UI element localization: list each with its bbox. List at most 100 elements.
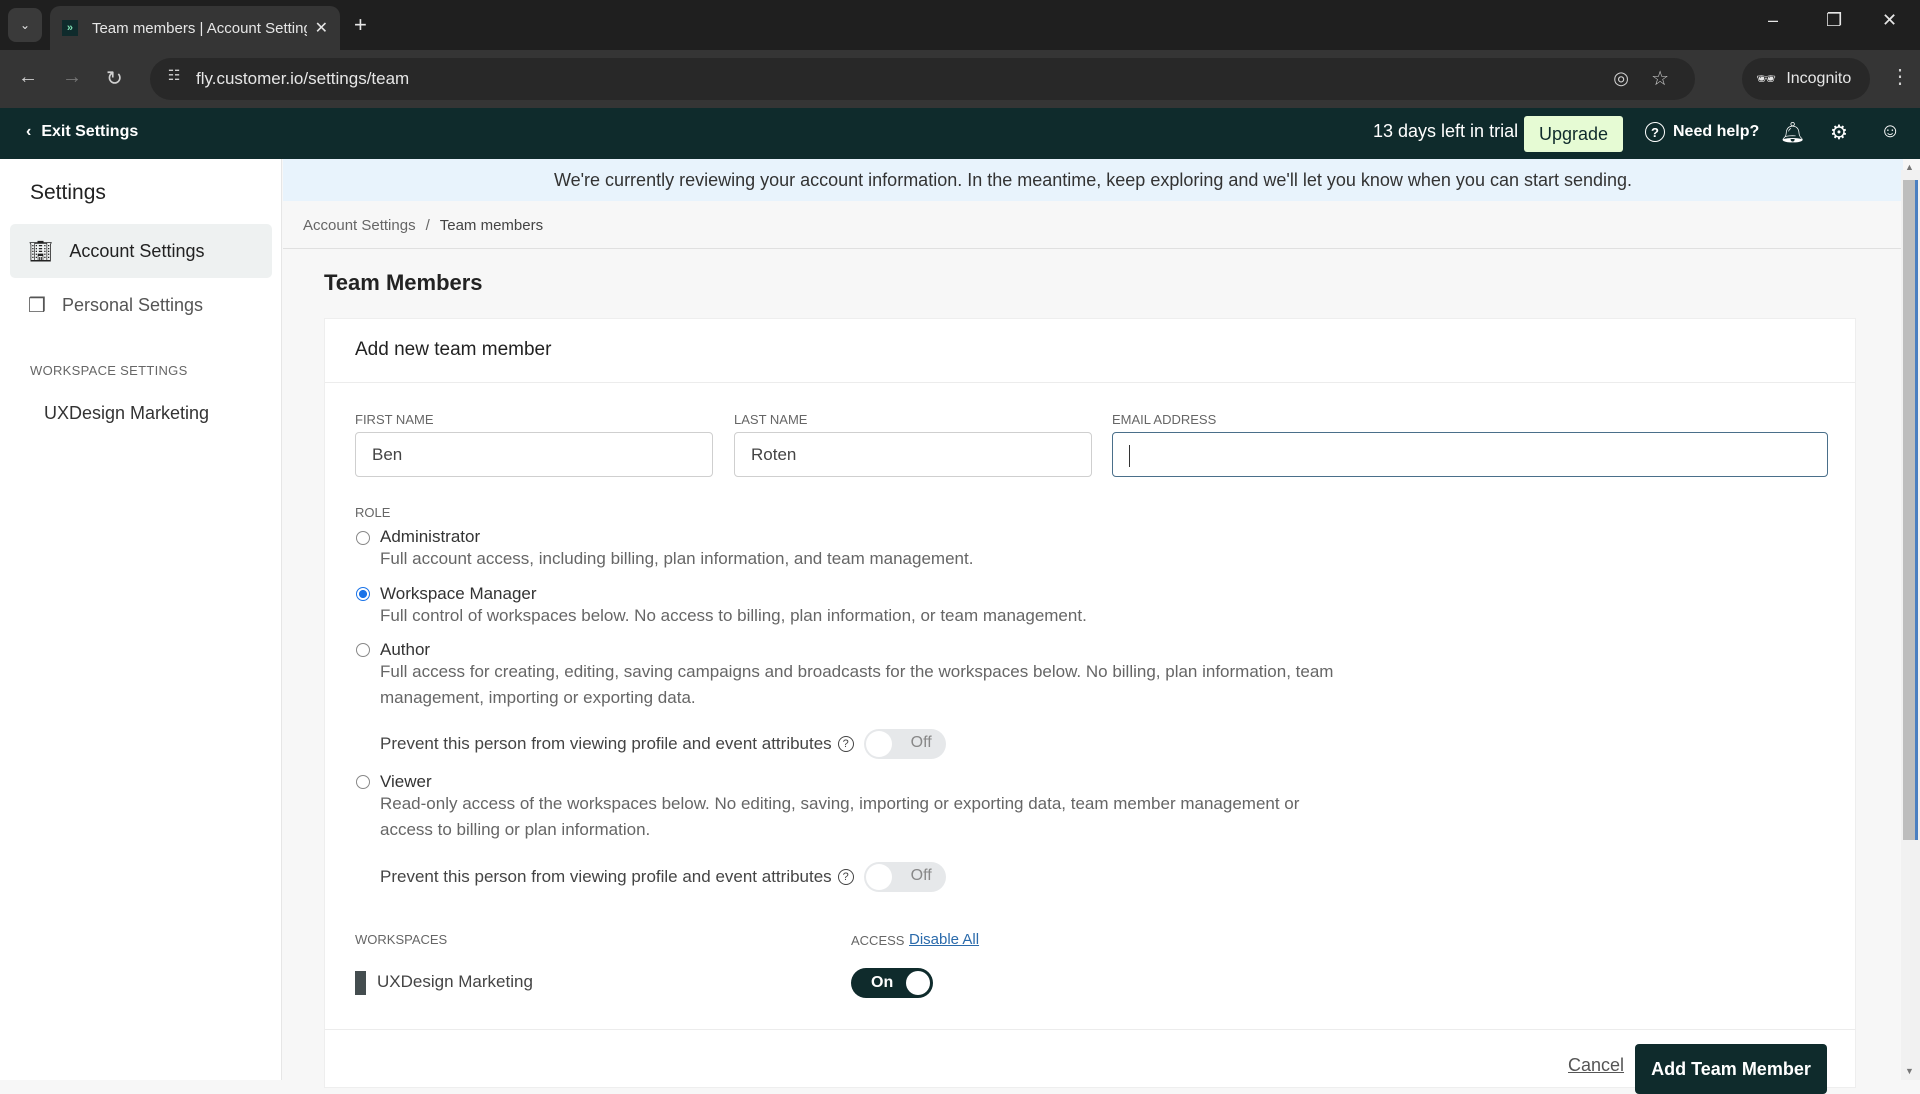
sidebar-item-label: Personal Settings bbox=[61, 294, 204, 315]
role-name[interactable]: Viewer bbox=[380, 772, 432, 792]
exit-settings-label: Exit Settings bbox=[41, 123, 139, 140]
forward-icon[interactable]: → bbox=[62, 66, 82, 89]
help-tooltip-icon[interactable]: ? bbox=[837, 736, 854, 752]
gear-icon[interactable]: ⚙ bbox=[1830, 120, 1848, 145]
sidebar-item-account-settings[interactable]: 🏢︎ Account Settings bbox=[10, 224, 272, 278]
role-name[interactable]: Workspace Manager bbox=[380, 584, 537, 604]
access-label: ACCESS bbox=[851, 933, 905, 948]
sidebar-item-workspace[interactable]: UXDesign Marketing bbox=[44, 403, 209, 424]
add-member-card: Add new team member FIRST NAME Ben LAST … bbox=[324, 318, 1856, 1094]
disable-all-link[interactable]: Disable All bbox=[909, 931, 979, 948]
minimize-icon[interactable]: – bbox=[1768, 10, 1778, 31]
viewer-prevent-toggle[interactable]: Off bbox=[863, 862, 946, 892]
toggle-knob bbox=[906, 971, 930, 995]
review-banner: We're currently reviewing your account i… bbox=[283, 159, 1903, 201]
incognito-label: Incognito bbox=[1786, 70, 1852, 87]
toggle-knob bbox=[865, 731, 892, 757]
workspace-name: UXDesign Marketing bbox=[377, 972, 533, 991]
toggle-state: Off bbox=[910, 867, 932, 884]
workspace-color-swatch bbox=[355, 971, 366, 995]
bell-icon[interactable]: 🔔︎ bbox=[1780, 120, 1805, 145]
eye-off-icon[interactable]: ◎ bbox=[1613, 68, 1629, 89]
add-team-member-button[interactable]: Add Team Member bbox=[1635, 1044, 1827, 1094]
customerio-favicon-icon: » bbox=[62, 20, 78, 36]
browser-tab-bar: ⌄ » Team members | Account Settings ✕ + … bbox=[0, 0, 1920, 50]
role-name[interactable]: Author bbox=[380, 640, 430, 660]
divider bbox=[325, 382, 1855, 383]
close-window-icon[interactable]: ✕ bbox=[1882, 10, 1897, 31]
upgrade-button[interactable]: Upgrade bbox=[1524, 116, 1623, 152]
new-tab-icon[interactable]: + bbox=[354, 12, 367, 38]
user-icon[interactable]: ☺ bbox=[1880, 120, 1900, 143]
prevent-label: Prevent this person from viewing profile… bbox=[380, 734, 832, 753]
need-help-button[interactable]: ? Need help? bbox=[1645, 122, 1759, 142]
page-title: Team Members bbox=[324, 270, 483, 295]
breadcrumb-account-settings[interactable]: Account Settings bbox=[303, 217, 416, 234]
toggle-state: Off bbox=[910, 734, 932, 751]
last-name-input[interactable]: Roten bbox=[734, 432, 1092, 477]
bookmark-star-icon[interactable]: ☆ bbox=[1651, 66, 1669, 91]
scroll-up-arrow-icon[interactable]: ▲ bbox=[1905, 162, 1914, 172]
card-title: Add new team member bbox=[355, 339, 552, 360]
close-tab-icon[interactable]: ✕ bbox=[315, 18, 328, 38]
first-name-input[interactable]: Ben bbox=[355, 432, 713, 477]
author-prevent-toggle[interactable]: Off bbox=[863, 729, 946, 759]
cancel-button[interactable]: Cancel bbox=[1568, 1055, 1624, 1076]
browser-tab[interactable]: » Team members | Account Settings ✕ bbox=[50, 6, 340, 50]
sidebar-item-personal-settings[interactable]: ❒ Personal Settings bbox=[10, 278, 272, 332]
breadcrumb-separator: / bbox=[425, 217, 430, 234]
site-info-icon[interactable]: ☷ bbox=[162, 67, 186, 91]
breadcrumb: Account Settings / Team members bbox=[303, 217, 543, 234]
viewer-prevent-attributes: Prevent this person from viewing profile… bbox=[380, 862, 946, 892]
tab-title: Team members | Account Settings bbox=[91, 19, 307, 37]
radio-administrator[interactable] bbox=[356, 531, 370, 545]
help-icon: ? bbox=[1645, 122, 1665, 142]
role-description: Full account access, including billing, … bbox=[380, 549, 974, 568]
divider bbox=[283, 248, 1903, 249]
reload-icon[interactable]: ↻ bbox=[106, 66, 123, 91]
omnibox[interactable]: ☷ fly.customer.io/settings/team ◎ ☆ bbox=[150, 58, 1695, 100]
workspace-access-toggle[interactable]: On bbox=[851, 968, 933, 998]
breadcrumb-current: Team members bbox=[439, 217, 544, 234]
radio-viewer[interactable] bbox=[356, 775, 370, 789]
address-bar: ← → ↻ ☷ fly.customer.io/settings/team ◎ … bbox=[0, 50, 1920, 108]
chevron-down-icon: ⌄ bbox=[19, 18, 31, 32]
role-label: ROLE bbox=[355, 505, 391, 520]
help-tooltip-icon[interactable]: ? bbox=[837, 869, 854, 885]
radio-author[interactable] bbox=[356, 643, 370, 657]
prevent-label: Prevent this person from viewing profile… bbox=[380, 867, 832, 886]
browser-menu-icon[interactable]: ⋮ bbox=[1890, 64, 1910, 89]
cards-icon: ❒ bbox=[28, 294, 46, 317]
need-help-label: Need help? bbox=[1673, 123, 1760, 140]
divider bbox=[325, 1029, 1855, 1030]
back-icon[interactable]: ← bbox=[18, 66, 38, 89]
author-prevent-attributes: Prevent this person from viewing profile… bbox=[380, 729, 946, 759]
role-description: Full control of workspaces below. No acc… bbox=[380, 606, 1087, 625]
sidebar-title: Settings bbox=[30, 181, 106, 204]
scrollbar-thumb[interactable] bbox=[1903, 180, 1918, 840]
first-name-label: FIRST NAME bbox=[355, 412, 434, 427]
email-input[interactable] bbox=[1112, 432, 1828, 477]
role-description: Read-only access of the workspaces below… bbox=[380, 794, 1300, 839]
chevron-left-icon: ‹ bbox=[26, 123, 32, 140]
incognito-button[interactable]: 🕶 Incognito bbox=[1742, 58, 1870, 100]
toggle-knob bbox=[865, 864, 892, 890]
app-header: ‹ Exit Settings 13 days left in trial Up… bbox=[0, 108, 1920, 159]
workspace-settings-heading: WORKSPACE SETTINGS bbox=[30, 363, 188, 378]
tab-search-button[interactable]: ⌄ bbox=[8, 8, 42, 42]
settings-sidebar: Settings 🏢︎ Account Settings ❒ Personal … bbox=[0, 159, 282, 1080]
url-text[interactable]: fly.customer.io/settings/team bbox=[196, 69, 409, 89]
toggle-state: On bbox=[871, 974, 894, 991]
restore-icon[interactable]: ❐ bbox=[1826, 10, 1842, 31]
trial-status: 13 days left in trial bbox=[1373, 121, 1519, 141]
email-label: EMAIL ADDRESS bbox=[1112, 412, 1217, 427]
last-name-label: LAST NAME bbox=[734, 412, 808, 427]
role-name[interactable]: Administrator bbox=[380, 527, 480, 547]
scroll-down-arrow-icon[interactable]: ▼ bbox=[1905, 1066, 1914, 1076]
text-caret bbox=[1129, 444, 1130, 467]
building-icon: 🏢︎ bbox=[28, 240, 54, 263]
exit-settings-link[interactable]: ‹ Exit Settings bbox=[26, 123, 138, 141]
role-description: Full access for creating, editing, savin… bbox=[380, 662, 1334, 707]
radio-workspace-manager[interactable] bbox=[356, 587, 370, 601]
workspaces-label: WORKSPACES bbox=[355, 932, 448, 947]
